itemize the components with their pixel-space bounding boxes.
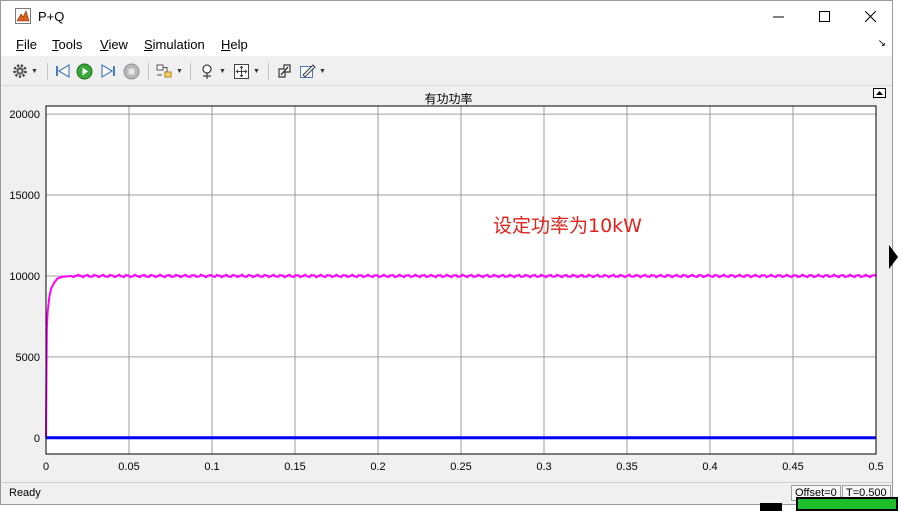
y-tick-label: 20000 — [9, 109, 40, 121]
signal-selector-icon — [156, 64, 172, 77]
menu-dock-chevron-icon[interactable]: ↘ — [878, 38, 886, 49]
minimize-icon — [772, 16, 784, 18]
autoscale-button[interactable]: ▼ — [233, 61, 260, 81]
run-button[interactable] — [76, 61, 93, 81]
toolbar: ▼ ▼ ▼ ▼ ▼ — [1, 57, 892, 86]
run-icon — [76, 63, 93, 79]
highlight-icon — [278, 63, 291, 78]
signal-selector-button[interactable]: ▼ — [156, 61, 183, 81]
x-tick-label: 0.3 — [536, 461, 551, 473]
close-button[interactable] — [847, 1, 892, 32]
step-back-button[interactable] — [55, 61, 71, 81]
background-block — [796, 497, 898, 511]
x-tick-label: 0.35 — [616, 461, 637, 473]
stop-button[interactable] — [123, 61, 140, 81]
autoscale-icon — [234, 63, 249, 79]
menu-view[interactable]: View — [100, 37, 128, 52]
toolbar-separator — [190, 63, 191, 80]
dropdown-arrow-icon[interactable]: ▼ — [219, 68, 226, 75]
maximize-button[interactable] — [801, 1, 847, 32]
x-tick-label: 0.15 — [284, 461, 305, 473]
minimize-button[interactable] — [755, 1, 801, 32]
x-tick-label: 0.2 — [370, 461, 385, 473]
menu-file[interactable]: File — [16, 37, 37, 52]
menu-tools[interactable]: Tools — [52, 37, 82, 52]
background-port-arrow-icon — [889, 245, 898, 269]
step-forward-button[interactable] — [100, 61, 116, 81]
zoom-button[interactable]: ▼ — [199, 61, 226, 81]
y-tick-label: 10000 — [9, 271, 40, 283]
x-tick-label: 0 — [43, 461, 49, 473]
x-tick-label: 0.05 — [118, 461, 139, 473]
setpoint-annotation: 设定功率为10kW — [493, 215, 642, 237]
plot-area: 有功功率 0 0.05 0.1 0.15 0.2 0.25 0.3 0.35 0.4 0.45 0.… — [7, 87, 890, 481]
background-block — [760, 503, 782, 511]
line-chart[interactable]: 0 0.05 0.1 0.15 0.2 0.25 0.3 0.35 0.4 0.45 0.5 2000… — [7, 87, 890, 481]
menu-bar: File Tools View Simulation Help ↘ — [1, 32, 892, 56]
dropdown-arrow-icon[interactable]: ▼ — [176, 68, 183, 75]
menu-help[interactable]: Help — [221, 37, 248, 52]
zoom-icon — [202, 63, 212, 79]
window-title: P+Q — [38, 9, 65, 24]
scope-window: P+Q File Tools View Simulation Help ↘ ▼ — [0, 0, 893, 505]
dropdown-arrow-icon[interactable]: ▼ — [31, 68, 38, 75]
x-tick-label: 0.25 — [450, 461, 471, 473]
menu-simulation[interactable]: Simulation — [144, 37, 205, 52]
status-text: Ready — [9, 487, 41, 499]
stop-icon — [123, 63, 140, 79]
toolbar-separator — [268, 63, 269, 80]
x-tick-label: 0.45 — [782, 461, 803, 473]
highlight-block-button[interactable] — [276, 61, 293, 81]
title-bar[interactable]: P+Q — [1, 1, 892, 32]
style-button[interactable]: ▼ — [299, 61, 326, 81]
x-tick-label: 0.1 — [204, 461, 219, 473]
y-tick-label: 0 — [34, 433, 40, 445]
x-tick-label: 0.5 — [868, 461, 883, 473]
dropdown-arrow-icon[interactable]: ▼ — [319, 68, 326, 75]
matlab-icon — [15, 8, 31, 24]
settings-button[interactable]: ▼ — [12, 61, 38, 81]
y-tick-label: 5000 — [16, 352, 40, 364]
toolbar-separator — [148, 63, 149, 80]
style-icon — [300, 63, 316, 78]
close-icon — [864, 11, 876, 22]
x-tick-label: 0.4 — [702, 461, 717, 473]
toolbar-separator — [47, 63, 48, 80]
maximize-icon — [818, 11, 830, 22]
y-tick-label: 15000 — [9, 190, 40, 202]
gear-icon — [13, 64, 27, 78]
status-bar: Ready Offset=0 T=0.500 — [1, 482, 892, 504]
step-forward-icon — [101, 63, 115, 79]
step-back-icon — [56, 63, 70, 79]
dropdown-arrow-icon[interactable]: ▼ — [253, 68, 260, 75]
